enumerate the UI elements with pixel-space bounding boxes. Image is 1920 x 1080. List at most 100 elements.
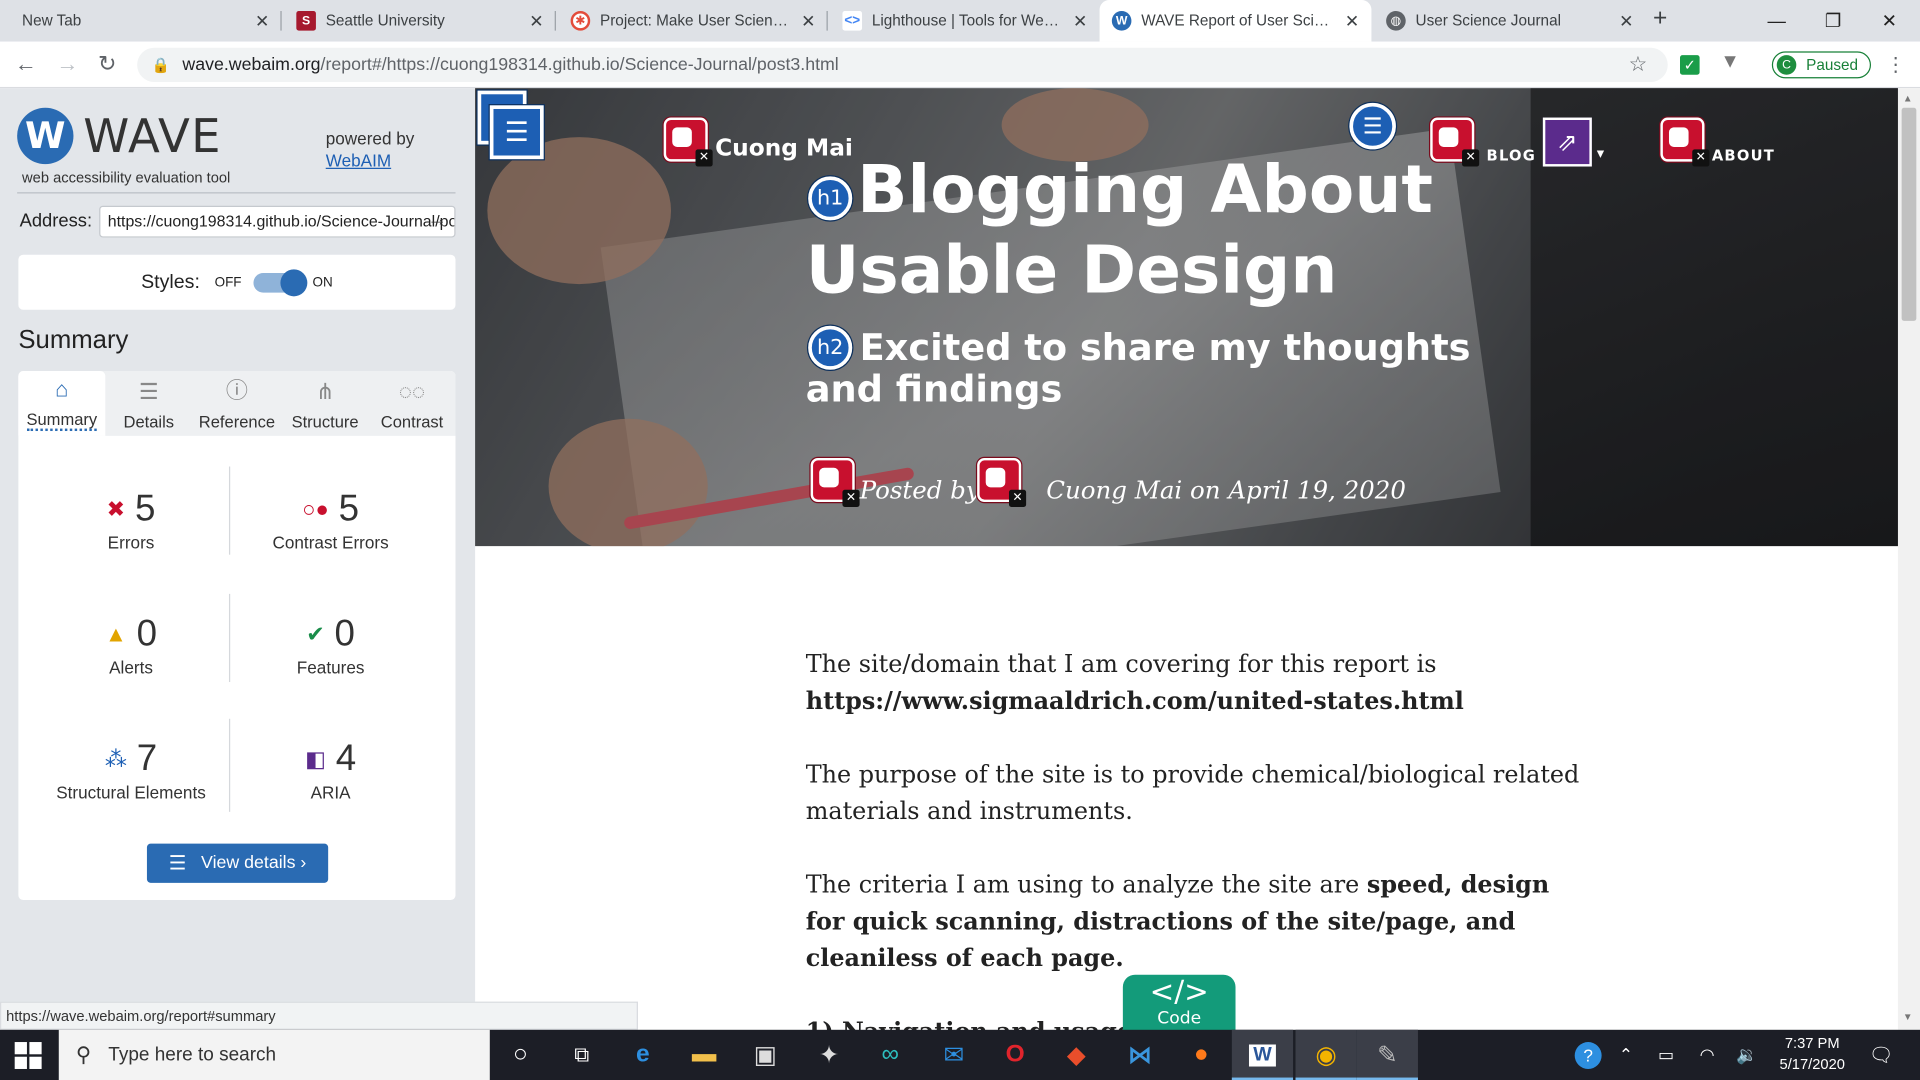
close-icon[interactable]: ✕ (1619, 10, 1633, 31)
stat-errors[interactable]: ✖ 5 Errors (27, 489, 235, 553)
cortana-icon[interactable]: ○ (490, 1030, 551, 1080)
bookmark-star-icon[interactable]: ☆ (1629, 53, 1648, 77)
help-icon[interactable]: ? (1574, 1030, 1602, 1080)
store-icon[interactable]: ▣ (735, 1030, 796, 1080)
back-icon[interactable]: ← (15, 51, 37, 77)
wave-logo[interactable]: W WAVE (17, 107, 222, 165)
tab-details[interactable]: ☰ Details (105, 371, 192, 436)
stat-alerts[interactable]: ▲ 0 Alerts (27, 613, 235, 677)
styles-toggle[interactable] (253, 268, 308, 296)
extension-check-icon[interactable]: ✓ (1680, 55, 1700, 75)
tab-project[interactable]: ✱ Project: Make User Science Jo ✕ (558, 0, 828, 42)
webaim-link[interactable]: WebAIM (326, 151, 391, 171)
close-icon[interactable]: ✕ (255, 10, 269, 31)
arrow-right-icon[interactable]: → (427, 209, 447, 231)
chrome-icon[interactable]: ◉ (1295, 1029, 1357, 1080)
minimize-icon[interactable]: — (1749, 0, 1805, 42)
tab-reference[interactable]: ⓘ Reference (192, 371, 281, 436)
paint-icon[interactable]: ✎ (1356, 1029, 1418, 1080)
paragraph: The purpose of the site is to provide ch… (805, 760, 1580, 826)
stat-contrast-errors[interactable]: ○● 5 Contrast Errors (227, 489, 435, 553)
wave-list-icon[interactable]: ☰ (1349, 102, 1396, 150)
tab-summary[interactable]: ⌂ Summary (18, 371, 106, 436)
wifi-icon[interactable]: ◠ (1700, 1030, 1715, 1080)
project-icon: ✱ (570, 11, 591, 31)
firefox-icon[interactable]: ● (1171, 1030, 1232, 1080)
close-icon[interactable]: ✕ (1345, 10, 1359, 31)
wave-tabs: ⌂ Summary ☰ Details ⓘ Reference ⋔ Struct… (18, 371, 456, 436)
taskbar-clock[interactable]: 7:37 PM 5/17/2020 (1763, 1033, 1861, 1075)
page-subtitle: Excited to share my thoughts and finding… (806, 328, 1516, 411)
close-icon[interactable]: ✕ (801, 10, 815, 31)
notifications-icon[interactable]: 🗨 (1869, 1030, 1894, 1080)
tab-lighthouse[interactable]: <> Lighthouse | Tools for Web D ✕ (830, 0, 1099, 42)
chevron-up-icon[interactable]: ⌃ (1619, 1030, 1633, 1080)
profile-status: Paused (1806, 56, 1859, 74)
new-tab-button[interactable]: + (1653, 5, 1667, 33)
code-button[interactable]: </> Code (1122, 974, 1236, 1036)
windows-start-icon[interactable] (14, 1042, 42, 1069)
scroll-down-icon[interactable]: ▼ (1903, 1011, 1913, 1022)
address-input[interactable]: https://cuong198314.github.io/Science-Jo… (99, 205, 456, 238)
address-label: Address: (19, 210, 93, 232)
file-explorer-icon[interactable]: ▬ (673, 1030, 734, 1080)
word-glyph: W (1249, 1043, 1276, 1066)
styles-toggle-box: Styles: OFF ON (18, 254, 456, 310)
wave-error-icon[interactable] (1660, 117, 1710, 167)
tab-wave-report[interactable]: W WAVE Report of User Science ✕ (1099, 0, 1372, 42)
dropbox-icon[interactable]: ✦ (798, 1030, 859, 1080)
wave-logo-text: WAVE (83, 108, 222, 163)
article-body: The site/domain that I am covering for t… (806, 647, 1590, 1031)
scrollbar[interactable]: ▲ ▼ (1897, 88, 1920, 1030)
opera-icon[interactable]: O (984, 1030, 1045, 1080)
stat-label: Errors (107, 532, 155, 553)
volume-icon[interactable]: 🔉 (1736, 1030, 1757, 1080)
nav-blog-link[interactable]: BLOG (1487, 147, 1536, 164)
tab-seattle-university[interactable]: S Seattle University ✕ (284, 0, 556, 42)
tab-structure[interactable]: ⋔ Structure (282, 371, 369, 436)
wave-structure-icon[interactable]: ☰ (477, 90, 549, 162)
stat-count: 0 (136, 613, 158, 654)
site-link[interactable]: https://www.sigmaaldrich.com/united-stat… (806, 687, 1464, 715)
stat-features[interactable]: ✔ 0 Features (227, 613, 435, 677)
tab-contrast[interactable]: ◌◌ Contrast (369, 371, 456, 436)
menu-kebab-icon[interactable]: ⋮ (1886, 53, 1906, 77)
scrollbar-thumb[interactable] (1901, 107, 1917, 321)
battery-icon[interactable]: ▭ (1658, 1030, 1674, 1080)
forward-icon[interactable]: → (56, 51, 78, 77)
mail-icon[interactable]: ✉ (923, 1030, 984, 1080)
wave-aria-icon[interactable]: ⇗ (1542, 117, 1592, 167)
info-icon: ⓘ (225, 378, 248, 403)
extension-v-icon[interactable]: ▼ (1720, 51, 1739, 73)
git-icon[interactable]: ◆ (1046, 1030, 1107, 1080)
vscode-icon[interactable]: ⋈ (1109, 1030, 1170, 1080)
edge-icon[interactable]: e (612, 1030, 673, 1080)
close-icon[interactable]: ✕ (529, 10, 543, 31)
view-details-button[interactable]: ☰ View details › (146, 843, 329, 883)
error-icon: ✖ (106, 496, 126, 522)
close-icon[interactable]: ✕ (1073, 10, 1087, 31)
tab-user-science-journal[interactable]: ◍ User Science Journal ✕ (1374, 0, 1646, 42)
nav-about-link[interactable]: ABOUT (1712, 147, 1775, 164)
stat-structural-elements[interactable]: ⁂ 7 Structural Elements (27, 738, 235, 802)
author-date: Cuong Mai on April 19, 2020 (1046, 475, 1406, 505)
wave-error-icon[interactable] (977, 457, 1027, 507)
task-view-icon[interactable]: ⧉ (551, 1030, 612, 1080)
close-window-icon[interactable]: ✕ (1861, 0, 1917, 42)
stat-label: ARIA (310, 782, 351, 803)
url-bar[interactable]: 🔒 wave.webaim.org/report#/https://cuong1… (137, 47, 1668, 83)
restore-icon[interactable]: ❐ (1805, 0, 1861, 42)
profile-button[interactable]: C Paused (1771, 51, 1872, 79)
structural-icon: ⁂ (104, 746, 127, 771)
tab-new-tab[interactable]: New Tab ✕ (10, 0, 282, 42)
wave-error-icon[interactable] (663, 117, 713, 167)
paragraph-text: The site/domain that I am covering for t… (805, 650, 1437, 679)
arduino-icon[interactable]: ∞ (860, 1030, 921, 1080)
reload-icon[interactable]: ↻ (98, 51, 116, 77)
windows-taskbar: ⚲ Type here to search ○ ⧉ e ▬ ▣ ✦ ∞ ✉ O … (0, 1029, 1920, 1080)
taskbar-search[interactable]: ⚲ Type here to search (58, 1029, 490, 1080)
stat-aria[interactable]: ◧ 4 ARIA (227, 738, 435, 802)
word-icon[interactable]: W (1231, 1029, 1294, 1080)
scroll-up-icon[interactable]: ▲ (1903, 93, 1913, 104)
wave-error-icon[interactable] (810, 457, 860, 507)
